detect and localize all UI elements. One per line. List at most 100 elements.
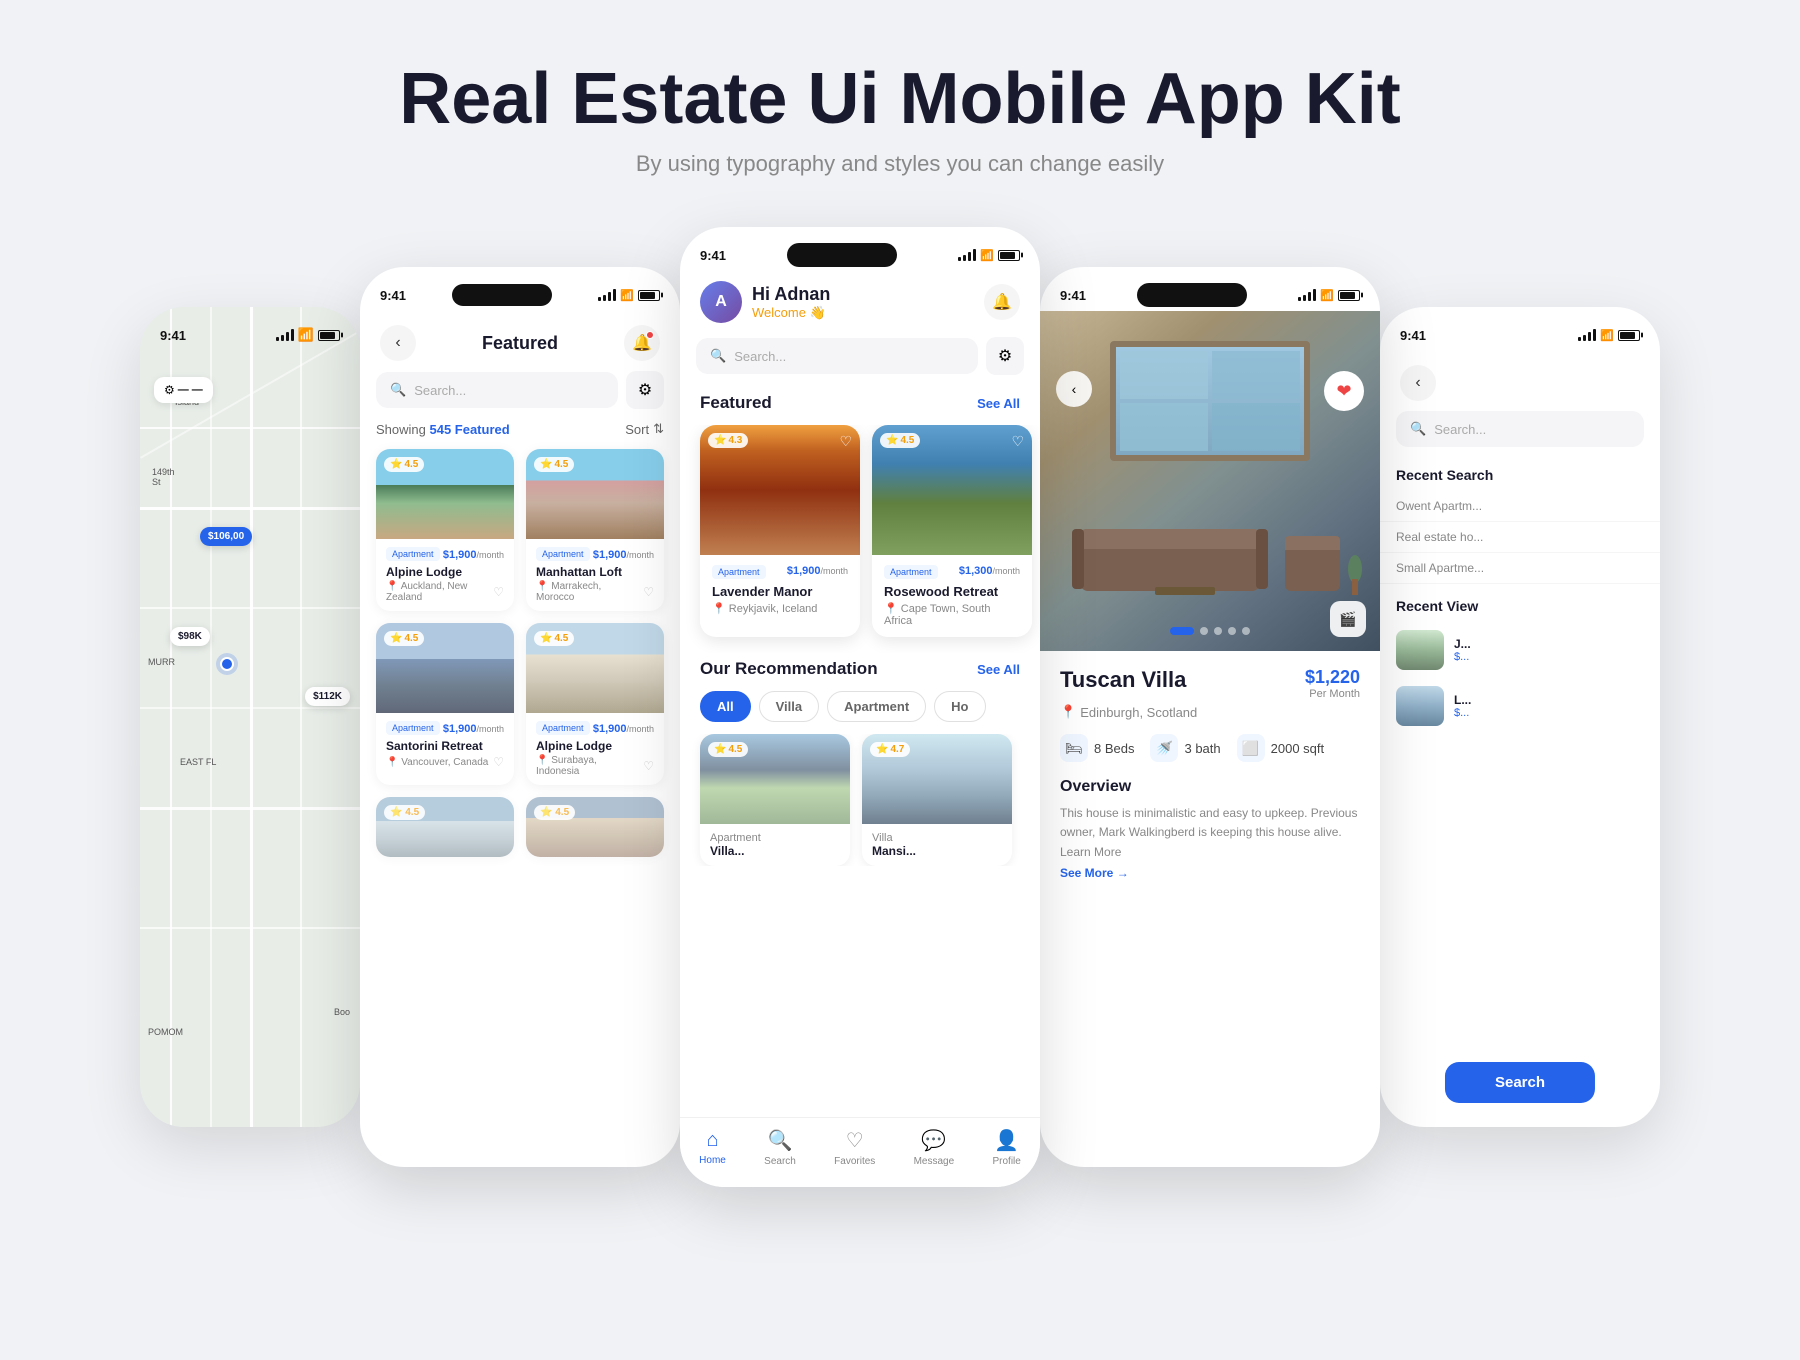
property-card-2[interactable]: ⭐ 4.5 Apartment $1,900/month Manhattan L… [526,449,664,611]
property-grid-row2: ⭐ 4.5 ⭐ 4.5 [360,785,680,857]
nav-profile[interactable]: 👤 Profile [992,1128,1020,1167]
stat-bath: 🚿 3 bath [1150,734,1220,762]
featured-scroll: ⭐ 4.3 ♡ Apartment $1,900/month Lavender … [680,425,1040,653]
phones-container: CrossIsland 149thSt MURR EAST FL Boo POM… [0,227,1800,1187]
search-placeholder-search: Search... [1434,422,1486,437]
detail-heart-btn[interactable]: ❤ [1324,371,1364,411]
search-box-home[interactable]: 🔍 Search... [696,338,978,374]
heart-icon-2[interactable]: ♡ [643,585,654,599]
property-card-3[interactable]: ⭐ 4.5 Apartment $1,900/month Santorini R… [376,623,514,785]
heart-icon-4[interactable]: ♡ [643,759,654,773]
property-image-1: ⭐ 4.5 [376,449,514,539]
detail-content: Tuscan Villa $1,220 Per Month 📍 Edinburg… [1040,651,1380,896]
feat-price-1: $1,900/month [787,565,848,581]
prop-name-2: Manhattan Loft [536,565,654,579]
heart-icon-1[interactable]: ♡ [493,585,504,599]
featured-see-all[interactable]: See All [977,396,1020,411]
feat-heart-2[interactable]: ♡ [1011,433,1024,450]
recent-view-2[interactable]: L... $... [1380,678,1660,734]
search-box-search[interactable]: 🔍 Search... [1396,411,1644,447]
recent-view-1[interactable]: J... $... [1380,622,1660,678]
search-screen-header: ‹ [1380,351,1660,411]
map-filter-btn[interactable]: ⚙ — — [154,377,213,403]
phone-featured-list: 9:41 📶 ‹ Featured 🔔 [360,267,680,1167]
recommendation-grid: ⭐ 4.5 Apartment Villa... ⭐ 4.7 Villa Man… [680,734,1040,866]
filter-tab-villa[interactable]: Villa [759,691,820,722]
recent-view-price-1: $... [1454,651,1644,663]
featured-card-2[interactable]: ⭐ 4.5 ♡ Apartment $1,300/month Rosewood … [872,425,1032,637]
location-pin-icon: 📍 [1060,704,1076,720]
back-btn-search[interactable]: ‹ [1400,365,1436,401]
recent-view-info-1: J... $... [1454,637,1644,663]
filter-tab-apartment[interactable]: Apartment [827,691,926,722]
rec-card-2[interactable]: ⭐ 4.7 Villa Mansi... [862,734,1012,866]
profile-icon: 👤 [994,1128,1019,1153]
rating-badge-2: ⭐ 4.5 [534,457,574,472]
property-card-6[interactable]: ⭐ 4.5 [526,797,664,857]
see-more-link[interactable]: See More → [1060,866,1360,880]
status-time-featured: 9:41 [380,288,406,303]
recent-thumb-img-2 [1396,686,1444,726]
rating-badge-6: ⭐ 4.5 [534,805,575,820]
recent-search-1[interactable]: Owent Apartm... [1380,491,1660,522]
nav-message[interactable]: 💬 Message [914,1128,955,1167]
chair [1285,546,1340,591]
notification-btn-home[interactable]: 🔔 [984,284,1020,320]
nav-search[interactable]: 🔍 Search [764,1128,796,1167]
overview-text: This house is minimalistic and easy to u… [1060,804,1360,862]
search-placeholder-home: Search... [734,349,786,364]
filter-btn-home[interactable]: ⚙ [986,337,1024,375]
bath-icon: 🚿 [1150,734,1178,762]
sort-btn[interactable]: Sort ⇅ [625,421,664,437]
rec-card-1[interactable]: ⭐ 4.5 Apartment Villa... [700,734,850,866]
rec-rating-2: ⭐ 4.7 [870,742,910,757]
prop-type-2: Apartment [536,547,590,561]
back-button-featured[interactable]: ‹ [380,325,416,361]
showing-text: Showing 545 Featured [376,422,510,437]
rating-badge-5: ⭐ 4.5 [384,805,425,820]
status-icons-search: 📶 [1578,329,1640,342]
recent-search-title: Recent Search [1380,459,1660,491]
property-card-1[interactable]: ⭐ 4.5 Apartment $1,900/month Alpine Lodg… [376,449,514,611]
virtual-tour-btn[interactable]: 🎬 [1330,601,1366,637]
price-pin-1[interactable]: $106,00 [200,527,252,546]
status-icons-home: 📶 [958,249,1020,262]
feat-rating-1: ⭐ 4.3 [708,433,748,448]
feat-heart-1[interactable]: ♡ [839,433,852,450]
page-header: Real Estate Ui Mobile App Kit By using t… [0,0,1800,227]
recent-search-2[interactable]: Real estate ho... [1380,522,1660,553]
property-image-5: ⭐ 4.5 [376,797,514,857]
recommendation-see-all[interactable]: See All [977,662,1020,677]
rec-card-img-1: ⭐ 4.5 [700,734,850,824]
prop-location-1: 📍 Auckland, New Zealand ♡ [386,581,504,603]
detail-price: $1,220 [1305,667,1360,688]
favorites-icon: ♡ [846,1128,864,1153]
detail-back-btn[interactable]: ‹ [1056,371,1092,407]
map-grid: CrossIsland 149thSt MURR EAST FL Boo POM… [140,307,360,1127]
property-card-4[interactable]: ⭐ 4.5 Apartment $1,900/month Alpine Lodg… [526,623,664,785]
price-pin-2[interactable]: $98K [170,627,210,646]
search-button[interactable]: Search [1445,1062,1595,1103]
property-card-5[interactable]: ⭐ 4.5 [376,797,514,857]
detail-location: 📍 Edinburgh, Scotland [1060,704,1360,720]
filter-tab-more[interactable]: Ho [934,691,985,722]
property-image-3: ⭐ 4.5 [376,623,514,713]
filter-tabs: All Villa Apartment Ho [680,691,1040,734]
stat-beds: 🛏 8 Beds [1060,734,1134,762]
search-box-featured[interactable]: 🔍 Search... [376,372,618,408]
heart-icon-3[interactable]: ♡ [493,755,504,769]
featured-card-1[interactable]: ⭐ 4.3 ♡ Apartment $1,900/month Lavender … [700,425,860,637]
filter-tab-all[interactable]: All [700,691,751,722]
recent-search-3[interactable]: Small Apartme... [1380,553,1660,584]
filter-btn-featured[interactable]: ⚙ [626,371,664,409]
nav-favorites[interactable]: ♡ Favorites [834,1128,875,1167]
dot-3 [1214,627,1222,635]
notification-btn-featured[interactable]: 🔔 [624,325,660,361]
rating-badge-3: ⭐ 4.5 [384,631,424,646]
image-dots [1170,627,1250,635]
price-pin-3[interactable]: $112K [305,687,350,706]
prop-name-1: Alpine Lodge [386,565,504,579]
prop-type-1: Apartment [386,547,440,561]
nav-home[interactable]: ⌂ Home [699,1129,726,1166]
prop-type-4: Apartment [536,721,590,735]
